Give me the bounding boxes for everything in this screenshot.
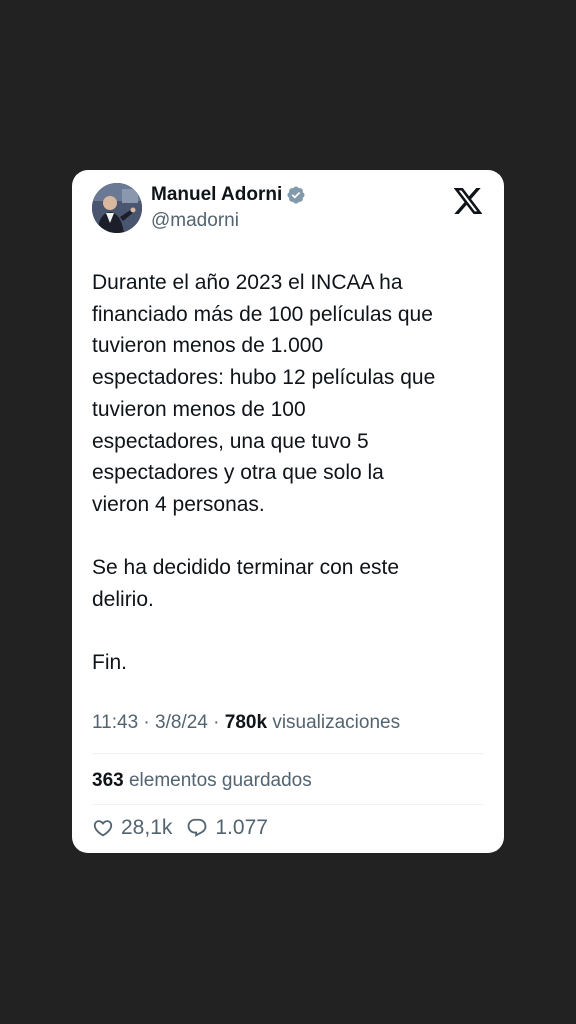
heart-icon <box>93 820 113 837</box>
tweet-actions: 28,1k 1.077 <box>92 816 282 840</box>
tweet-date[interactable]: 3/8/24 <box>155 712 208 733</box>
text-line: Se ha decidido terminar con este <box>92 556 400 580</box>
text-line: Durante el año 2023 el INCAA ha <box>92 271 403 294</box>
meta-separator: · <box>213 712 220 733</box>
like-button[interactable]: 28,1k <box>92 816 172 840</box>
views-count: 780k <box>224 712 268 733</box>
reply-button[interactable]: 1.077 <box>186 816 268 840</box>
text-line: delirio. <box>92 588 154 612</box>
avatar[interactable] <box>92 183 142 233</box>
reply-count: 1.077 <box>215 816 268 839</box>
text-line: tuvieron menos de 100 <box>92 397 306 421</box>
views-label: visualizaciones <box>272 712 401 733</box>
reply-icon <box>187 818 207 837</box>
text-line: Fin. <box>92 651 128 675</box>
tweet-header: Manuel Adorni @madorni <box>92 183 484 235</box>
like-count: 28,1k <box>121 816 173 839</box>
tweet-card: Manuel Adorni @madorni Durante el año 20… <box>72 170 504 853</box>
bookmarks-label: elementos guardados <box>128 770 312 791</box>
tweet-time[interactable]: 11:43 <box>92 712 138 733</box>
author-name[interactable]: Manuel Adorni <box>151 184 282 206</box>
text-line: espectadores, una que tuvo 5 <box>92 429 369 453</box>
text-line: tuvieron menos de 1.000 <box>92 334 324 358</box>
bookmarks-stat[interactable]: 363 elementos guardados <box>92 770 312 792</box>
bookmarks-count: 363 <box>92 770 124 791</box>
author-handle[interactable]: @madorni <box>151 210 306 232</box>
text-line: vieron 4 personas. <box>92 492 265 516</box>
verified-badge-icon <box>287 186 305 204</box>
x-logo-icon[interactable] <box>452 185 484 217</box>
text-line: espectadores: hubo 12 películas que <box>92 366 436 390</box>
text-line: financiado más de 100 películas que <box>92 302 433 326</box>
divider <box>92 753 484 754</box>
divider <box>92 804 484 805</box>
tweet-meta: 11:43 · 3/8/24 · 780k visualizaciones <box>92 712 400 734</box>
meta-separator: · <box>143 712 150 733</box>
tweet-text: Durante el año 2023 el INCAA ha financia… <box>92 267 492 679</box>
author-info: Manuel Adorni @madorni <box>151 184 306 232</box>
profile-photo-icon <box>92 183 142 233</box>
text-line: espectadores y otra que solo la <box>92 461 384 485</box>
